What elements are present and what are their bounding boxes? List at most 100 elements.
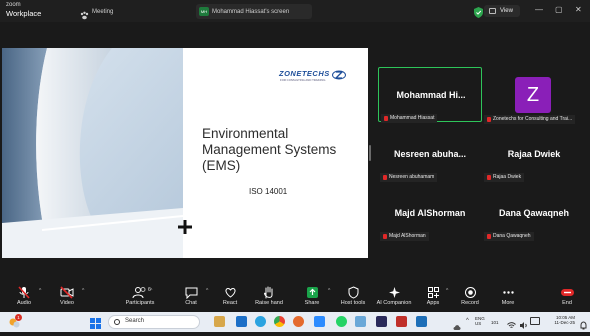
view-button[interactable]: View — [484, 5, 520, 17]
close-icon[interactable]: ✕ — [575, 5, 582, 15]
share-label: Share — [304, 300, 320, 306]
shared-screen: ZONETECHS FOR CONSULTING AND TRAINING En… — [2, 48, 368, 258]
participant-name: Dana Qawaqneh — [498, 208, 570, 218]
more-label: More — [501, 300, 515, 306]
participant-label: Zonetechs for Consulting and Trai... — [484, 115, 576, 124]
search-icon — [114, 319, 120, 325]
video-button[interactable]: Video — [45, 282, 89, 310]
chrome-icon[interactable] — [274, 316, 285, 327]
tab-shared-screen[interactable]: MH Mohammad Hiassat's screen — [196, 4, 312, 19]
input-language[interactable]: ENG US — [475, 316, 485, 326]
participant-label-text: Zonetechs for Consulting and Trai... — [493, 116, 573, 122]
audio-button[interactable]: Audio — [2, 282, 46, 310]
clock[interactable]: 10:05 AM 11-Dec-25 — [545, 315, 575, 325]
raise-hand-button[interactable]: Raise hand — [247, 282, 291, 310]
firefox-icon[interactable] — [293, 316, 304, 327]
terminal-icon[interactable] — [376, 316, 387, 327]
tab-badge: MH — [199, 7, 209, 16]
participant-tile-2[interactable]: Z Zonetechs for Consulting and Trai... — [482, 67, 586, 124]
participant-tile-5[interactable]: Majd AlShorman Majd AlShorman — [378, 186, 482, 241]
share-options-caret[interactable]: ^ — [328, 288, 330, 294]
minimize-icon[interactable]: — — [535, 5, 543, 15]
participant-label-text: Dana Qawaqneh — [493, 233, 531, 239]
mic-muted-icon — [383, 234, 387, 239]
shield-icon — [331, 286, 375, 299]
participant-label: Majd AlShorman — [380, 232, 429, 241]
participant-label: Mohammad Hiassat — [381, 114, 438, 123]
search-placeholder: Search — [125, 318, 145, 324]
raise-hand-label: Raise hand — [255, 300, 283, 306]
participants-label: Participants — [125, 300, 155, 306]
participant-tile-4[interactable]: Rajaa Dwiek Rajaa Dwiek — [482, 127, 586, 182]
edge-icon[interactable] — [255, 316, 266, 327]
participant-label-text: Majd AlShorman — [389, 233, 426, 239]
zonetechs-logo-mark — [332, 68, 346, 80]
meeting-toolbar: Audio ^ Video ^ 6 Participants ^ Chat ^ … — [0, 282, 590, 310]
battery-icon[interactable] — [530, 317, 540, 325]
show-hidden-icons-chevron[interactable]: ^ — [466, 318, 469, 324]
taskbar-search[interactable]: Search — [108, 315, 200, 329]
share-button[interactable]: Share — [290, 282, 334, 310]
maximize-icon[interactable]: ▢ — [555, 5, 563, 15]
whatsapp-icon[interactable] — [336, 316, 347, 327]
host-tools-label: Host tools — [340, 300, 366, 306]
wifi-icon[interactable] — [507, 317, 516, 328]
filezilla-icon[interactable] — [396, 316, 407, 327]
end-button[interactable]: End — [545, 282, 589, 310]
host-tools-button[interactable]: Host tools — [331, 282, 375, 310]
participant-label-text: Nesreen abuhamam — [389, 174, 435, 180]
participant-label-text: Mohammad Hiassat — [390, 115, 435, 121]
participants-button[interactable]: 6 Participants — [118, 282, 162, 310]
app-brand-workplace: Workplace — [6, 9, 42, 18]
participant-name: Majd AlShorman — [394, 208, 466, 218]
participant-label: Dana Qawaqneh — [484, 232, 534, 241]
chat-button[interactable]: Chat — [169, 282, 213, 310]
slide-subtitle: ISO 14001 — [249, 187, 288, 196]
windows-start-icon[interactable] — [90, 316, 101, 329]
end-call-icon — [545, 286, 589, 299]
react-label: React — [222, 300, 238, 306]
tab-shared-screen-label: Mohammad Hiassat's screen — [212, 9, 290, 15]
tab-meeting[interactable]: Meeting — [92, 8, 113, 16]
slide-architecture-image — [2, 48, 183, 258]
file-explorer-icon[interactable] — [214, 316, 225, 327]
cloud-icon[interactable] — [453, 318, 461, 330]
app-brand-zoom: zoom — [6, 2, 21, 8]
mic-muted-icon — [487, 117, 491, 122]
participant-name: Rajaa Dwiek — [507, 149, 561, 159]
view-button-label: View — [500, 8, 513, 14]
volume-icon[interactable] — [519, 317, 528, 329]
security-shield-icon[interactable] — [474, 5, 483, 18]
participant-tile-1[interactable]: Mohammad Hi... Mohammad Hiassat — [378, 67, 482, 123]
more-button[interactable]: More — [486, 282, 530, 310]
audio-options-caret[interactable]: ^ — [39, 288, 41, 294]
participants-icon — [118, 286, 162, 299]
mic-muted-icon — [487, 234, 491, 239]
zonetechs-logo-text: ZONETECHS — [279, 69, 330, 78]
heart-icon — [208, 286, 252, 299]
mic-muted-icon — [487, 175, 491, 180]
participant-tile-3[interactable]: Nesreen abuha... Nesreen abuhamam — [378, 127, 482, 182]
zoom-app-icon[interactable] — [314, 316, 325, 327]
word-icon[interactable] — [416, 316, 427, 327]
photos-icon[interactable] — [355, 316, 366, 327]
weather-widget-icon[interactable]: 1 — [8, 314, 22, 328]
lang-line-2: US — [475, 321, 482, 326]
mic-muted-icon — [384, 116, 388, 121]
participant-label-text: Rajaa Dwiek — [493, 174, 522, 180]
chat-label: Chat — [185, 300, 197, 306]
splitter-handle[interactable] — [369, 145, 371, 161]
outlook-icon[interactable] — [236, 316, 247, 327]
paw-icon — [80, 7, 89, 20]
participants-options-caret[interactable]: ^ — [150, 288, 152, 294]
react-button[interactable]: React — [208, 282, 252, 310]
participant-tile-6[interactable]: Dana Qawaqneh Dana Qawaqneh — [482, 186, 586, 241]
participant-name: Nesreen abuha... — [393, 149, 467, 159]
windows-taskbar: 1 Search ^ ENG US 101 10:05 AM 11-Dec-25 — [0, 312, 590, 332]
video-options-caret[interactable]: ^ — [82, 288, 84, 294]
notifications-bell-icon[interactable] — [580, 317, 587, 330]
clock-date: 11-Dec-25 — [554, 320, 575, 325]
end-label: End — [562, 300, 572, 306]
tray-count: 101 — [491, 320, 499, 325]
participant-label: Nesreen abuhamam — [380, 173, 438, 182]
